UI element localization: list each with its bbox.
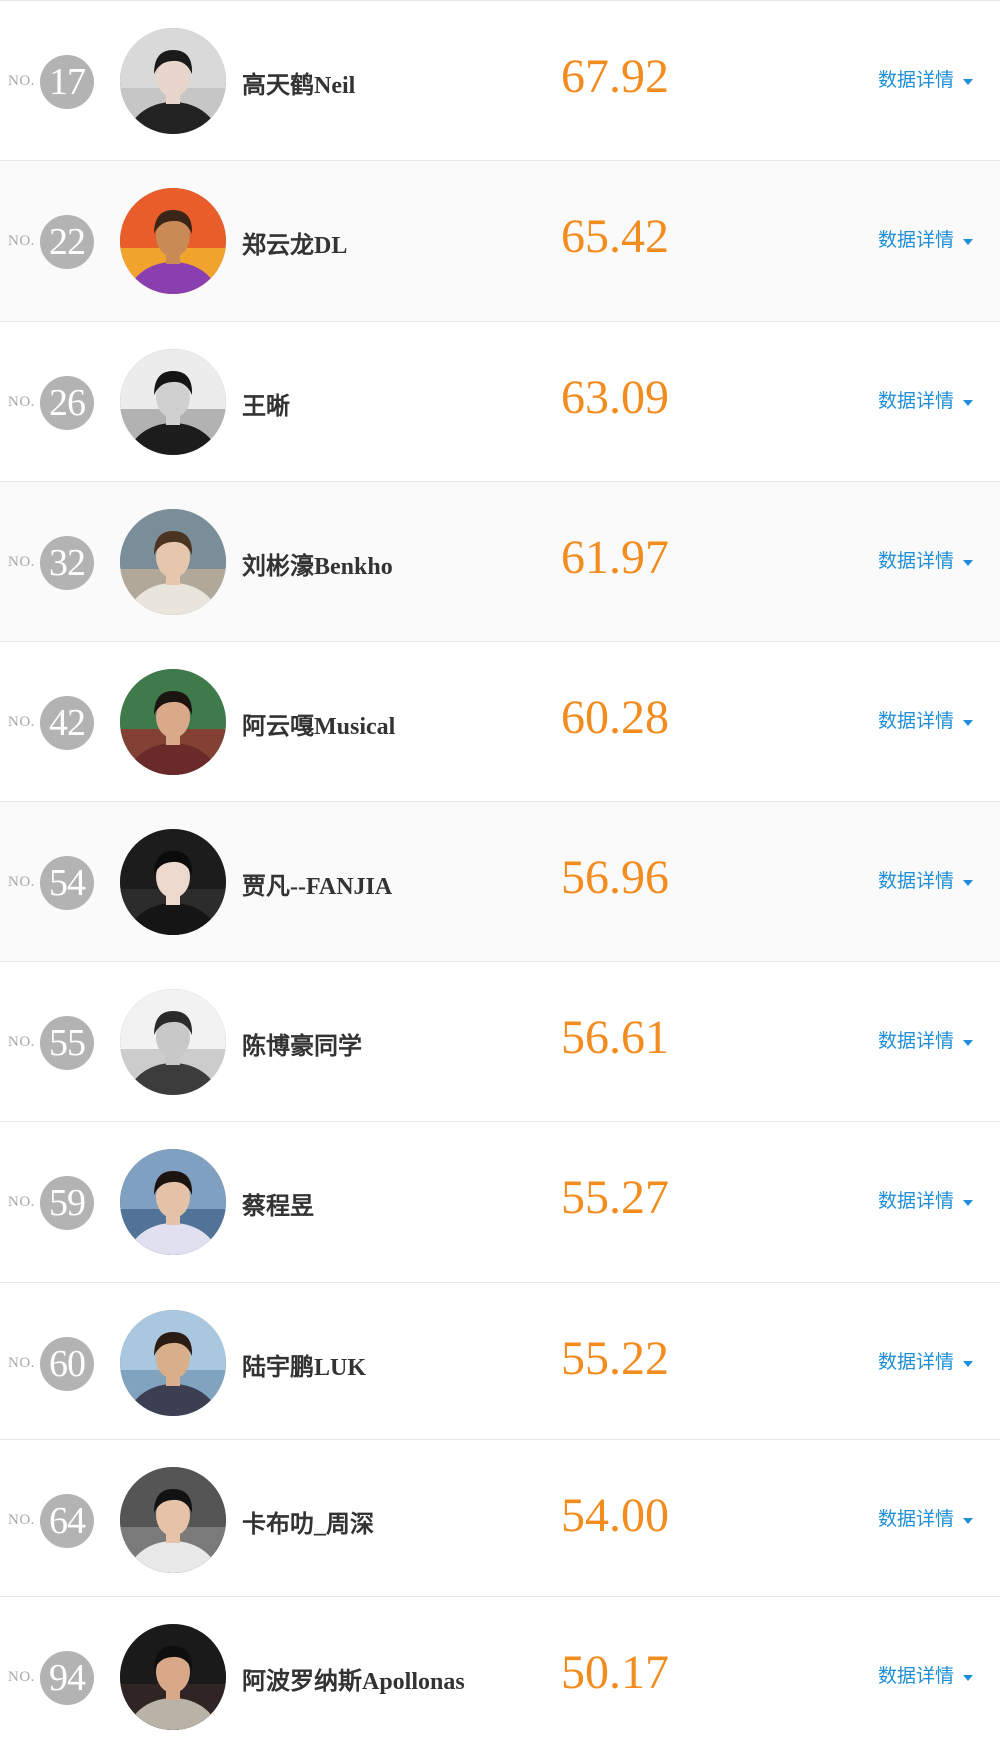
- caret-down-icon[interactable]: [963, 1200, 973, 1206]
- caret-down-icon[interactable]: [963, 880, 973, 886]
- score-value: 56.61: [561, 1011, 669, 1064]
- user-name[interactable]: 王晰: [242, 386, 290, 421]
- ranking-row: NO. 55 陈博豪同学 56.61 数据详情: [0, 962, 1000, 1122]
- user-name[interactable]: 高天鹤Neil: [242, 65, 355, 100]
- data-detail-link[interactable]: 数据详情: [878, 866, 954, 893]
- score-value: 55.27: [561, 1171, 669, 1224]
- avatar[interactable]: [120, 989, 226, 1095]
- avatar[interactable]: [120, 1149, 226, 1255]
- rank-prefix: NO.: [8, 1034, 35, 1050]
- user-name[interactable]: 蔡程昱: [242, 1186, 314, 1221]
- ranking-row: NO. 26 王晰 63.09 数据详情: [0, 322, 1000, 482]
- rank-badge: 22: [40, 215, 94, 269]
- data-detail-link[interactable]: 数据详情: [878, 546, 954, 573]
- user-name[interactable]: 阿云嘎Musical: [242, 706, 395, 741]
- rank-prefix: NO.: [8, 73, 35, 89]
- avatar[interactable]: [120, 1467, 226, 1573]
- rank-badge: 55: [40, 1016, 94, 1070]
- user-name[interactable]: 陈博豪同学: [242, 1026, 362, 1061]
- avatar[interactable]: [120, 1624, 226, 1730]
- avatar[interactable]: [120, 669, 226, 775]
- score-value: 65.42: [561, 210, 669, 263]
- rank-prefix: NO.: [8, 394, 35, 410]
- ranking-row: NO. 54 贾凡--FANJIA 56.96 数据详情: [0, 802, 1000, 962]
- rank-badge: 94: [40, 1651, 94, 1705]
- user-name[interactable]: 刘彬濠Benkho: [242, 546, 393, 581]
- caret-down-icon[interactable]: [963, 560, 973, 566]
- data-detail-link[interactable]: 数据详情: [878, 65, 954, 92]
- avatar[interactable]: [120, 188, 226, 294]
- user-name[interactable]: 贾凡--FANJIA: [242, 866, 392, 901]
- ranking-list: NO. 17 高天鹤Neil 67.92 数据详情 NO. 22 郑云龙DL 65.42 数据详情…: [0, 0, 1000, 1756]
- rank-badge: 32: [40, 536, 94, 590]
- score-value: 55.22: [561, 1332, 669, 1385]
- caret-down-icon[interactable]: [963, 400, 973, 406]
- data-detail-link[interactable]: 数据详情: [878, 225, 954, 252]
- data-detail-link[interactable]: 数据详情: [878, 1504, 954, 1531]
- rank-prefix: NO.: [8, 554, 35, 570]
- score-value: 67.92: [561, 50, 669, 103]
- rank-badge: 59: [40, 1176, 94, 1230]
- ranking-row: NO. 60 陆宇鹏LUK 55.22 数据详情: [0, 1283, 1000, 1440]
- score-value: 54.00: [561, 1489, 669, 1542]
- rank-badge: 17: [40, 55, 94, 109]
- avatar[interactable]: [120, 509, 226, 615]
- caret-down-icon[interactable]: [963, 1040, 973, 1046]
- ranking-row: NO. 94 阿波罗纳斯Apollonas 50.17 数据详情: [0, 1597, 1000, 1756]
- caret-down-icon[interactable]: [963, 79, 973, 85]
- user-name[interactable]: 卡布叻_周深: [242, 1504, 374, 1539]
- rank-prefix: NO.: [8, 714, 35, 730]
- rank-badge: 64: [40, 1494, 94, 1548]
- rank-prefix: NO.: [8, 1194, 35, 1210]
- caret-down-icon[interactable]: [963, 1361, 973, 1367]
- ranking-row: NO. 59 蔡程昱 55.27 数据详情: [0, 1122, 1000, 1283]
- rank-badge: 42: [40, 696, 94, 750]
- avatar[interactable]: [120, 829, 226, 935]
- data-detail-link[interactable]: 数据详情: [878, 1347, 954, 1374]
- user-name[interactable]: 陆宇鹏LUK: [242, 1347, 366, 1382]
- avatar[interactable]: [120, 1310, 226, 1416]
- score-value: 60.28: [561, 691, 669, 744]
- ranking-row: NO. 42 阿云嘎Musical 60.28 数据详情: [0, 642, 1000, 802]
- user-name[interactable]: 阿波罗纳斯Apollonas: [242, 1661, 465, 1696]
- rank-badge: 60: [40, 1337, 94, 1391]
- caret-down-icon[interactable]: [963, 1675, 973, 1681]
- data-detail-link[interactable]: 数据详情: [878, 1026, 954, 1053]
- rank-prefix: NO.: [8, 233, 35, 249]
- score-value: 61.97: [561, 531, 669, 584]
- ranking-row: NO. 22 郑云龙DL 65.42 数据详情: [0, 161, 1000, 322]
- ranking-row: NO. 64 卡布叻_周深 54.00 数据详情: [0, 1440, 1000, 1597]
- caret-down-icon[interactable]: [963, 239, 973, 245]
- rank-prefix: NO.: [8, 1355, 35, 1371]
- rank-badge: 26: [40, 376, 94, 430]
- score-value: 50.17: [561, 1646, 669, 1699]
- rank-prefix: NO.: [8, 1512, 35, 1528]
- avatar[interactable]: [120, 349, 226, 455]
- avatar[interactable]: [120, 28, 226, 134]
- data-detail-link[interactable]: 数据详情: [878, 1661, 954, 1688]
- score-value: 56.96: [561, 851, 669, 904]
- data-detail-link[interactable]: 数据详情: [878, 386, 954, 413]
- rank-prefix: NO.: [8, 1669, 35, 1685]
- caret-down-icon[interactable]: [963, 720, 973, 726]
- caret-down-icon[interactable]: [963, 1518, 973, 1524]
- data-detail-link[interactable]: 数据详情: [878, 706, 954, 733]
- ranking-row: NO. 32 刘彬濠Benkho 61.97 数据详情: [0, 482, 1000, 642]
- data-detail-link[interactable]: 数据详情: [878, 1186, 954, 1213]
- rank-prefix: NO.: [8, 874, 35, 890]
- rank-badge: 54: [40, 856, 94, 910]
- ranking-row: NO. 17 高天鹤Neil 67.92 数据详情: [0, 1, 1000, 161]
- score-value: 63.09: [561, 371, 669, 424]
- user-name[interactable]: 郑云龙DL: [242, 225, 347, 260]
